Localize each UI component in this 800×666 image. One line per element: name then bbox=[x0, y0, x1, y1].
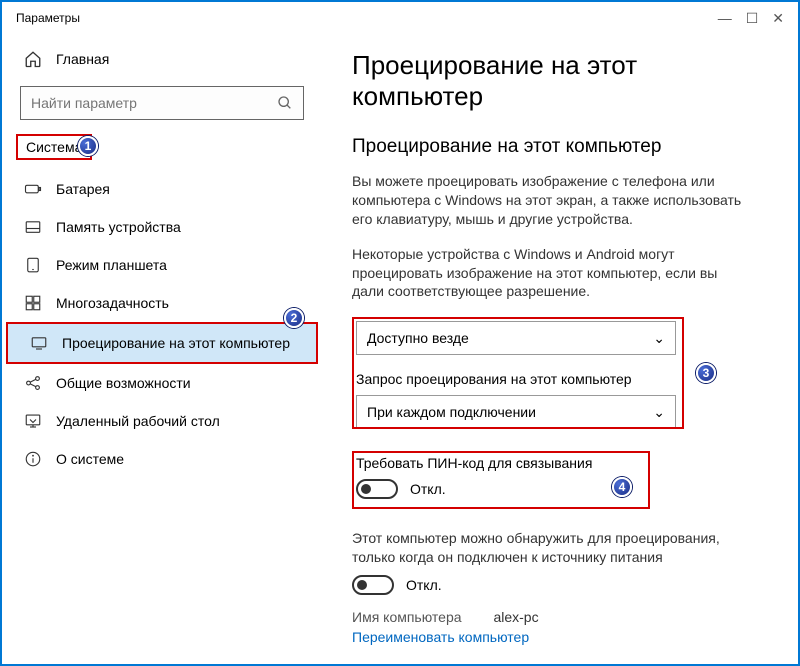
close-button[interactable]: ✕ bbox=[772, 10, 784, 27]
callout-2: 2 bbox=[284, 308, 304, 328]
nav-tablet[interactable]: Режим планшета bbox=[2, 246, 322, 284]
titlebar: Параметры — ☐ ✕ bbox=[2, 2, 798, 34]
home-link[interactable]: Главная bbox=[2, 40, 322, 82]
search-icon bbox=[277, 95, 293, 111]
shared-icon bbox=[24, 374, 42, 392]
maximize-button[interactable]: ☐ bbox=[746, 10, 759, 27]
nav-about[interactable]: О системе bbox=[2, 440, 322, 478]
page-title: Проецирование на этот компьютер bbox=[352, 50, 770, 112]
desc-2: Некоторые устройства с Windows и Android… bbox=[352, 245, 752, 302]
chevron-down-icon: ⌄ bbox=[653, 404, 665, 421]
home-label: Главная bbox=[56, 51, 109, 67]
nav-multitask[interactable]: Многозадачность bbox=[2, 284, 322, 322]
window-controls: — ☐ ✕ bbox=[718, 10, 784, 27]
pc-name-row: Имя компьютера alex-pc bbox=[352, 609, 770, 625]
desc-1: Вы можете проецировать изображение с тел… bbox=[352, 172, 752, 229]
tablet-icon bbox=[24, 256, 42, 274]
nav-shared[interactable]: Общие возможности bbox=[2, 364, 322, 402]
search-input[interactable] bbox=[31, 95, 277, 111]
multitask-icon bbox=[24, 294, 42, 312]
rename-link[interactable]: Переименовать компьютер bbox=[352, 629, 529, 645]
remote-icon bbox=[24, 412, 42, 430]
settings-window: Параметры — ☐ ✕ Главная Система 1 Батаре bbox=[0, 0, 800, 666]
ask-dropdown[interactable]: При каждом подключении ⌄ bbox=[356, 395, 676, 429]
power-state: Откл. bbox=[406, 577, 442, 593]
power-label: Этот компьютер можно обнаружить для прое… bbox=[352, 529, 752, 567]
window-title: Параметры bbox=[16, 11, 80, 25]
home-icon bbox=[24, 50, 42, 68]
availability-dropdown[interactable]: Доступно везде ⌄ bbox=[356, 321, 676, 355]
nav-projecting[interactable]: Проецирование на этот компьютер bbox=[6, 322, 318, 364]
battery-icon bbox=[24, 180, 42, 198]
pin-toggle[interactable] bbox=[356, 479, 398, 499]
nav-battery[interactable]: Батарея bbox=[2, 170, 322, 208]
pin-label: Требовать ПИН-код для связывания bbox=[356, 455, 766, 471]
nav-remote[interactable]: Удаленный рабочий стол bbox=[2, 402, 322, 440]
pin-state: Откл. bbox=[410, 481, 446, 497]
sidebar: Главная Система 1 Батарея Память устройс… bbox=[2, 34, 322, 664]
power-toggle[interactable] bbox=[352, 575, 394, 595]
nav-storage[interactable]: Память устройства bbox=[2, 208, 322, 246]
search-box[interactable] bbox=[20, 86, 304, 120]
page-subtitle: Проецирование на этот компьютер bbox=[352, 136, 770, 158]
content-area: Проецирование на этот компьютер Проециро… bbox=[322, 34, 798, 664]
minimize-button[interactable]: — bbox=[718, 10, 732, 27]
info-icon bbox=[24, 450, 42, 468]
callout-1: 1 bbox=[78, 136, 98, 156]
project-icon bbox=[30, 334, 48, 352]
storage-icon bbox=[24, 218, 42, 236]
chevron-down-icon: ⌄ bbox=[653, 330, 665, 347]
